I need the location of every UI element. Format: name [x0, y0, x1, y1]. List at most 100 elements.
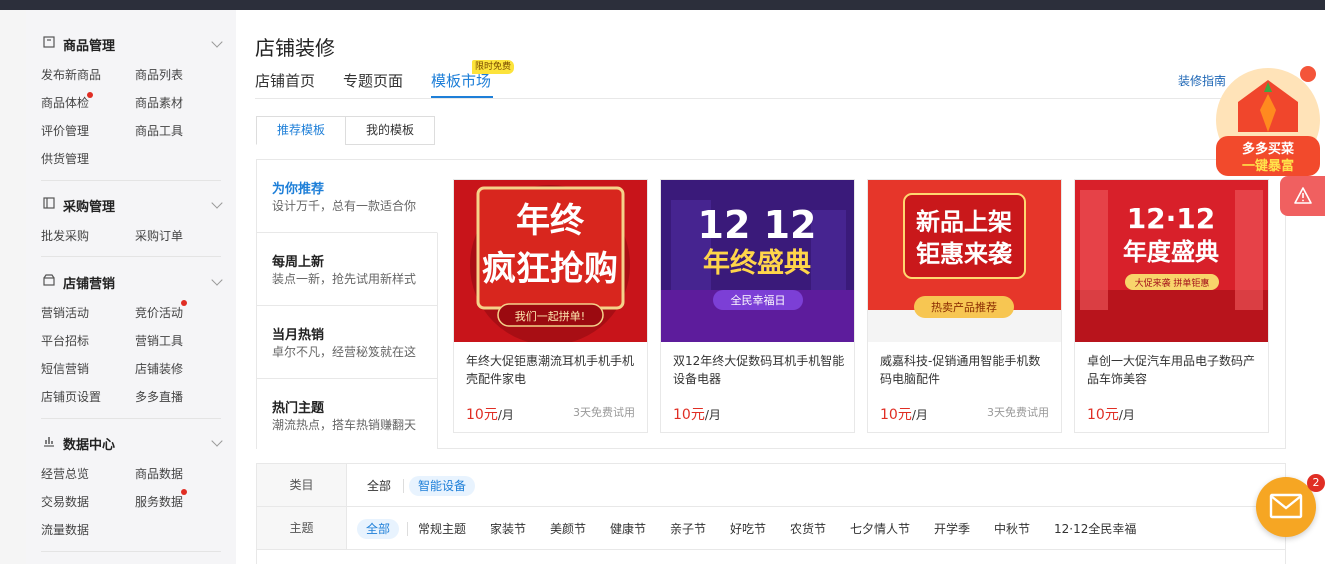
nav-group-header[interactable]: 商品管理	[41, 34, 223, 54]
sidebar-item[interactable]: 竞价活动	[135, 304, 183, 321]
sidebar-item[interactable]: 多多直播	[135, 388, 183, 405]
template-price: 10元/月	[880, 404, 928, 424]
sidebar-item[interactable]: 商品数据	[135, 465, 183, 482]
sidebar-item[interactable]: 商品工具	[135, 122, 183, 139]
template-price: 10元/月	[673, 404, 721, 424]
filter-panel: 类目 全部 智能设备 主题 全部 常规主题 家装节 美颜节 健康节 亲子节 好吃…	[256, 463, 1286, 564]
recommend-panel: 为你推荐 设计万千，总有一款适合你 每周上新 装点一新，抢先试用新样式 当月热销…	[256, 159, 1286, 449]
nav-group-header[interactable]: 数据中心	[41, 433, 223, 453]
filter-chip[interactable]: 中秋节	[985, 519, 1039, 539]
filter-chip[interactable]: 农货节	[781, 519, 835, 539]
template-card[interactable]: 12 12 年终盛典 全民幸福日 双12年终大促数码耳机手机智能设备电器 10元…	[660, 179, 855, 433]
sidebar-item[interactable]: 短信营销	[41, 360, 89, 377]
filter-chip[interactable]: 亲子节	[661, 519, 715, 539]
alert-tab[interactable]	[1280, 176, 1325, 216]
top-bar	[0, 0, 1325, 10]
tab-topic-page[interactable]: 专题页面	[343, 70, 403, 91]
banner-text: 大促来袭 拼单钜惠	[1135, 277, 1210, 289]
store-icon	[43, 274, 57, 288]
recommend-categories: 为你推荐 设计万千，总有一款适合你 每周上新 装点一新，抢先试用新样式 当月热销…	[257, 160, 438, 449]
template-title[interactable]: 威嘉科技-促销通用智能手机数码电脑配件	[880, 352, 1052, 388]
filter-chip[interactable]: 健康节	[601, 519, 655, 539]
notification-dot	[181, 300, 187, 306]
template-title[interactable]: 年终大促钜惠潮流耳机手机手机壳配件家电	[466, 352, 638, 388]
sidebar-item[interactable]: 批发采购	[41, 227, 89, 244]
template-card[interactable]: 12·12 年度盛典 大促来袭 拼单钜惠 卓创一大促汽车用品电子数码产品车饰美容…	[1074, 179, 1269, 433]
promo-widget[interactable]: 多多买菜 一键暴富	[1210, 62, 1325, 180]
rec-category-weekly-new[interactable]: 每周上新 装点一新，抢先试用新样式	[257, 233, 438, 306]
nav-group-header[interactable]: 采购管理	[41, 195, 223, 215]
subtab-my-templates[interactable]: 我的模板	[345, 116, 435, 145]
filter-chip[interactable]: 家装节	[481, 519, 535, 539]
sidebar-item[interactable]: 营销活动	[41, 304, 89, 321]
sidebar-item[interactable]: 营销工具	[135, 332, 183, 349]
chevron-down-icon[interactable]	[211, 435, 223, 447]
filter-chip[interactable]: 七夕情人节	[841, 519, 919, 539]
sidebar-item[interactable]: 经营总览	[41, 465, 89, 482]
template-thumbnail[interactable]: 年终 疯狂抢购 我们一起拼单!	[454, 180, 647, 342]
price-unit: /月	[497, 408, 514, 422]
template-price: 10元/月	[466, 404, 514, 424]
banner-text: 12 12	[698, 203, 817, 247]
price-unit: /月	[704, 408, 721, 422]
promo-text: 多多买菜	[1242, 141, 1294, 157]
nav-group-title: 数据中心	[63, 438, 116, 453]
price-value: 10元	[1087, 407, 1119, 423]
sidebar-item[interactable]: 采购订单	[135, 227, 183, 244]
rec-category-subtitle: 设计万千，总有一款适合你	[272, 199, 417, 213]
filter-chip[interactable]: 全部	[358, 476, 400, 496]
sidebar-item[interactable]: 商品体检	[41, 94, 89, 111]
chevron-down-icon[interactable]	[211, 197, 223, 209]
banner-text: 热卖产品推荐	[931, 300, 997, 314]
sidebar-item[interactable]: 评价管理	[41, 122, 89, 139]
limited-free-badge: 限时免费	[472, 60, 515, 74]
sidebar-item[interactable]: 流量数据	[41, 521, 89, 538]
sidebar: 商品管理 发布新商品 商品列表 商品体检 商品素材 评价管理 商品工具 供货管理…	[26, 10, 236, 564]
filter-chip[interactable]: 常规主题	[409, 519, 475, 539]
sidebar-item[interactable]: 店铺装修	[135, 360, 183, 377]
chevron-down-icon[interactable]	[211, 274, 223, 286]
sidebar-item[interactable]: 店铺页设置	[41, 388, 101, 405]
sidebar-item[interactable]: 供货管理	[41, 150, 89, 167]
filter-chip[interactable]: 智能设备	[409, 476, 476, 496]
rec-category-hot-theme[interactable]: 热门主题 潮流热点，搭车热销赚翻天	[257, 379, 438, 449]
filter-row-category: 类目 全部 智能设备	[257, 464, 1285, 507]
price-unit: /月	[911, 408, 928, 422]
tab-store-home[interactable]: 店铺首页	[255, 70, 315, 91]
purchase-icon	[43, 197, 57, 211]
sidebar-item[interactable]: 商品列表	[135, 66, 183, 83]
sidebar-item[interactable]: 服务数据	[135, 493, 183, 510]
sidebar-item[interactable]: 平台招标	[41, 332, 89, 349]
page-title: 店铺装修	[255, 36, 335, 60]
rec-category-monthly-hot[interactable]: 当月热销 卓尔不凡，经营秘笈就在这	[257, 306, 438, 379]
template-thumbnail[interactable]: 12·12 年度盛典 大促来袭 拼单钜惠	[1075, 180, 1268, 342]
price-unit: /月	[1118, 408, 1135, 422]
nav-group-header[interactable]: 店铺营销	[41, 272, 223, 292]
template-card[interactable]: 年终 疯狂抢购 我们一起拼单! 年终大促钜惠潮流耳机手机手机壳配件家电 10元/…	[453, 179, 648, 433]
template-card[interactable]: 新品上架 钜惠来袭 热卖产品推荐 威嘉科技-促销通用智能手机数码电脑配件 10元…	[867, 179, 1062, 433]
sidebar-item[interactable]: 交易数据	[41, 493, 89, 510]
sidebar-item[interactable]: 发布新商品	[41, 66, 101, 83]
filter-chip[interactable]: 12·12全民幸福	[1045, 519, 1145, 539]
rec-category-for-you[interactable]: 为你推荐 设计万千，总有一款适合你	[257, 160, 438, 233]
banner-text: 年终盛典	[703, 247, 811, 279]
filter-chip[interactable]: 好吃节	[721, 519, 775, 539]
template-title[interactable]: 卓创一大促汽车用品电子数码产品车饰美容	[1087, 352, 1259, 388]
filter-chip[interactable]: 美颜节	[541, 519, 595, 539]
main-content: 店铺装修 店铺首页 专题页面 模板市场 限时免费 装修指南 推荐模板 我的模板 …	[236, 10, 1325, 564]
nav-group-title: 商品管理	[63, 39, 116, 54]
banner-text: 钜惠来袭	[916, 240, 1013, 268]
rec-category-title: 热门主题	[272, 401, 325, 416]
sidebar-item[interactable]: 商品素材	[135, 94, 183, 111]
template-thumbnail[interactable]: 12 12 年终盛典 全民幸福日	[661, 180, 854, 342]
template-title[interactable]: 双12年终大促数码耳机手机智能设备电器	[673, 352, 845, 388]
box-icon	[43, 36, 57, 50]
filter-label: 主题	[257, 507, 347, 549]
filter-chip[interactable]: 全部	[357, 519, 400, 539]
template-thumbnail[interactable]: 新品上架 钜惠来袭 热卖产品推荐	[868, 180, 1061, 342]
filter-chip[interactable]: 开学季	[925, 519, 979, 539]
rec-category-title: 每周上新	[272, 255, 325, 270]
banner-text: 年度盛典	[1123, 238, 1219, 266]
subtab-recommended[interactable]: 推荐模板	[256, 116, 346, 145]
chevron-down-icon[interactable]	[211, 36, 223, 48]
